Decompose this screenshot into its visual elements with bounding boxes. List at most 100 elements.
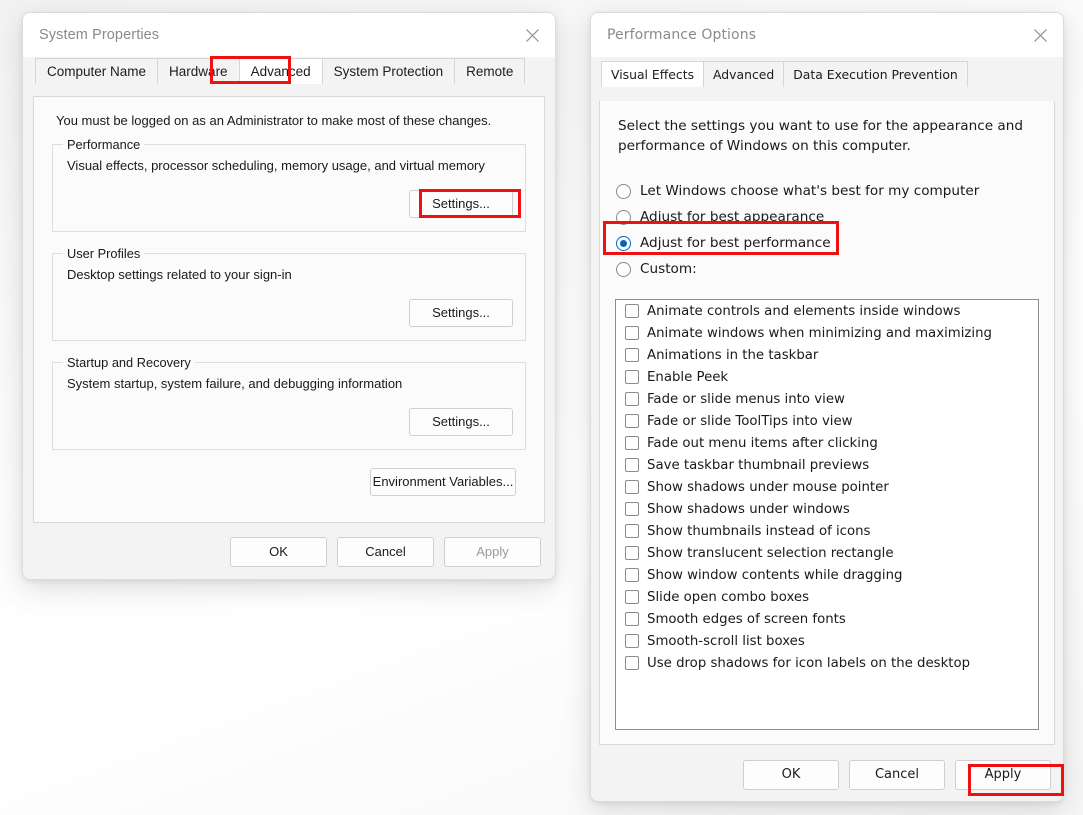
visual-effect-item[interactable]: Smooth-scroll list boxes (616, 630, 1038, 652)
checkbox-icon[interactable] (625, 414, 639, 428)
radio-adjust-for-best-appearance[interactable]: Adjust for best appearance (616, 204, 1054, 230)
checkbox-icon[interactable] (625, 326, 639, 340)
visual-effect-item[interactable]: Save taskbar thumbnail previews (616, 454, 1038, 476)
performance-options-tabstrip: Visual Effects Advanced Data Execution P… (591, 61, 1063, 87)
visual-effect-item[interactable]: Slide open combo boxes (616, 586, 1038, 608)
checkbox-icon[interactable] (625, 480, 639, 494)
checkbox-icon[interactable] (625, 546, 639, 560)
startup-recovery-settings-button[interactable]: Settings... (409, 408, 513, 436)
performance-group-description: Visual effects, processor scheduling, me… (67, 158, 525, 173)
performance-settings-button[interactable]: Settings... (409, 190, 513, 218)
ok-button[interactable]: OK (230, 537, 327, 567)
visual-effect-label: Animations in the taskbar (647, 348, 818, 363)
checkbox-icon[interactable] (625, 524, 639, 538)
checkbox-icon[interactable] (625, 612, 639, 626)
user-profiles-group-title: User Profiles (63, 246, 144, 261)
administrator-notice: You must be logged on as an Administrato… (56, 113, 544, 128)
startup-recovery-group-title: Startup and Recovery (63, 355, 195, 370)
radio-icon (616, 210, 631, 225)
performance-group: Performance Visual effects, processor sc… (52, 144, 526, 232)
visual-effect-label: Slide open combo boxes (647, 590, 809, 605)
performance-options-footer: OK Cancel Apply (743, 760, 1051, 790)
cancel-button[interactable]: Cancel (337, 537, 434, 567)
visual-effect-item[interactable]: Show translucent selection rectangle (616, 542, 1038, 564)
ok-button[interactable]: OK (743, 760, 839, 790)
startup-recovery-group-description: System startup, system failure, and debu… (67, 376, 525, 391)
close-icon[interactable] (1017, 13, 1063, 57)
radio-let-windows-choose[interactable]: Let Windows choose what's best for my co… (616, 178, 1054, 204)
radio-label: Custom: (640, 261, 697, 277)
visual-effect-label: Show translucent selection rectangle (647, 546, 894, 561)
visual-effect-item[interactable]: Fade or slide menus into view (616, 388, 1038, 410)
visual-effects-description: Select the settings you want to use for … (618, 117, 1036, 156)
radio-custom[interactable]: Custom: (616, 256, 1054, 282)
environment-variables-row: Environment Variables... (34, 468, 516, 496)
radio-label: Adjust for best performance (640, 235, 831, 251)
close-icon[interactable] (509, 13, 555, 57)
tab-advanced[interactable]: Advanced (239, 58, 323, 84)
radio-adjust-for-best-performance[interactable]: Adjust for best performance (616, 230, 1054, 256)
visual-effect-label: Animate windows when minimizing and maxi… (647, 326, 992, 341)
checkbox-icon[interactable] (625, 458, 639, 472)
checkbox-icon[interactable] (625, 392, 639, 406)
visual-effect-item[interactable]: Enable Peek (616, 366, 1038, 388)
tab-advanced[interactable]: Advanced (703, 61, 784, 87)
visual-effects-radio-group: Let Windows choose what's best for my co… (616, 178, 1054, 282)
visual-effect-item[interactable]: Show shadows under mouse pointer (616, 476, 1038, 498)
user-profiles-settings-button[interactable]: Settings... (409, 299, 513, 327)
checkbox-icon[interactable] (625, 348, 639, 362)
tab-computer-name[interactable]: Computer Name (35, 58, 158, 84)
tab-data-execution-prevention[interactable]: Data Execution Prevention (783, 61, 968, 87)
visual-effect-label: Save taskbar thumbnail previews (647, 458, 869, 473)
radio-label: Adjust for best appearance (640, 209, 824, 225)
visual-effect-item[interactable]: Smooth edges of screen fonts (616, 608, 1038, 630)
user-profiles-group-description: Desktop settings related to your sign-in (67, 267, 525, 282)
visual-effect-item[interactable]: Fade out menu items after clicking (616, 432, 1038, 454)
visual-effect-item[interactable]: Use drop shadows for icon labels on the … (616, 652, 1038, 674)
checkbox-icon[interactable] (625, 634, 639, 648)
checkbox-icon[interactable] (625, 568, 639, 582)
performance-group-title: Performance (63, 137, 144, 152)
visual-effect-item[interactable]: Fade or slide ToolTips into view (616, 410, 1038, 432)
environment-variables-button[interactable]: Environment Variables... (370, 468, 516, 496)
visual-effect-label: Use drop shadows for icon labels on the … (647, 656, 970, 671)
system-properties-titlebar: System Properties (23, 13, 555, 57)
apply-button[interactable]: Apply (955, 760, 1051, 790)
performance-options-title: Performance Options (607, 27, 756, 43)
tab-visual-effects[interactable]: Visual Effects (601, 61, 704, 87)
visual-effect-item[interactable]: Show thumbnails instead of icons (616, 520, 1038, 542)
visual-effect-item[interactable]: Show window contents while dragging (616, 564, 1038, 586)
visual-effect-item[interactable]: Show shadows under windows (616, 498, 1038, 520)
checkbox-icon[interactable] (625, 656, 639, 670)
checkbox-icon[interactable] (625, 436, 639, 450)
checkbox-icon[interactable] (625, 502, 639, 516)
tab-hardware[interactable]: Hardware (157, 58, 240, 84)
visual-effect-label: Smooth-scroll list boxes (647, 634, 805, 649)
visual-effect-item[interactable]: Animations in the taskbar (616, 344, 1038, 366)
system-properties-dialog: System Properties Computer Name Hardware… (22, 12, 556, 580)
system-properties-tabstrip: Computer Name Hardware Advanced System P… (23, 58, 555, 84)
advanced-tab-panel: You must be logged on as an Administrato… (33, 96, 545, 523)
visual-effect-label: Show thumbnails instead of icons (647, 524, 870, 539)
visual-effects-listbox[interactable]: Animate controls and elements inside win… (615, 299, 1039, 730)
tab-remote[interactable]: Remote (454, 58, 525, 84)
visual-effect-label: Fade out menu items after clicking (647, 436, 878, 451)
visual-effect-label: Fade or slide ToolTips into view (647, 414, 853, 429)
radio-icon (616, 184, 631, 199)
cancel-button[interactable]: Cancel (849, 760, 945, 790)
visual-effect-label: Animate controls and elements inside win… (647, 304, 960, 319)
checkbox-icon[interactable] (625, 304, 639, 318)
visual-effect-item[interactable]: Animate windows when minimizing and maxi… (616, 322, 1038, 344)
visual-effect-item[interactable]: Animate controls and elements inside win… (616, 300, 1038, 322)
radio-label: Let Windows choose what's best for my co… (640, 183, 979, 199)
radio-selected-icon (616, 236, 631, 251)
apply-button: Apply (444, 537, 541, 567)
user-profiles-group: User Profiles Desktop settings related t… (52, 253, 526, 341)
checkbox-icon[interactable] (625, 370, 639, 384)
system-properties-footer: OK Cancel Apply (230, 537, 541, 567)
visual-effect-label: Show shadows under windows (647, 502, 850, 517)
checkbox-icon[interactable] (625, 590, 639, 604)
tab-system-protection[interactable]: System Protection (322, 58, 456, 84)
visual-effect-label: Fade or slide menus into view (647, 392, 845, 407)
startup-recovery-group: Startup and Recovery System startup, sys… (52, 362, 526, 450)
